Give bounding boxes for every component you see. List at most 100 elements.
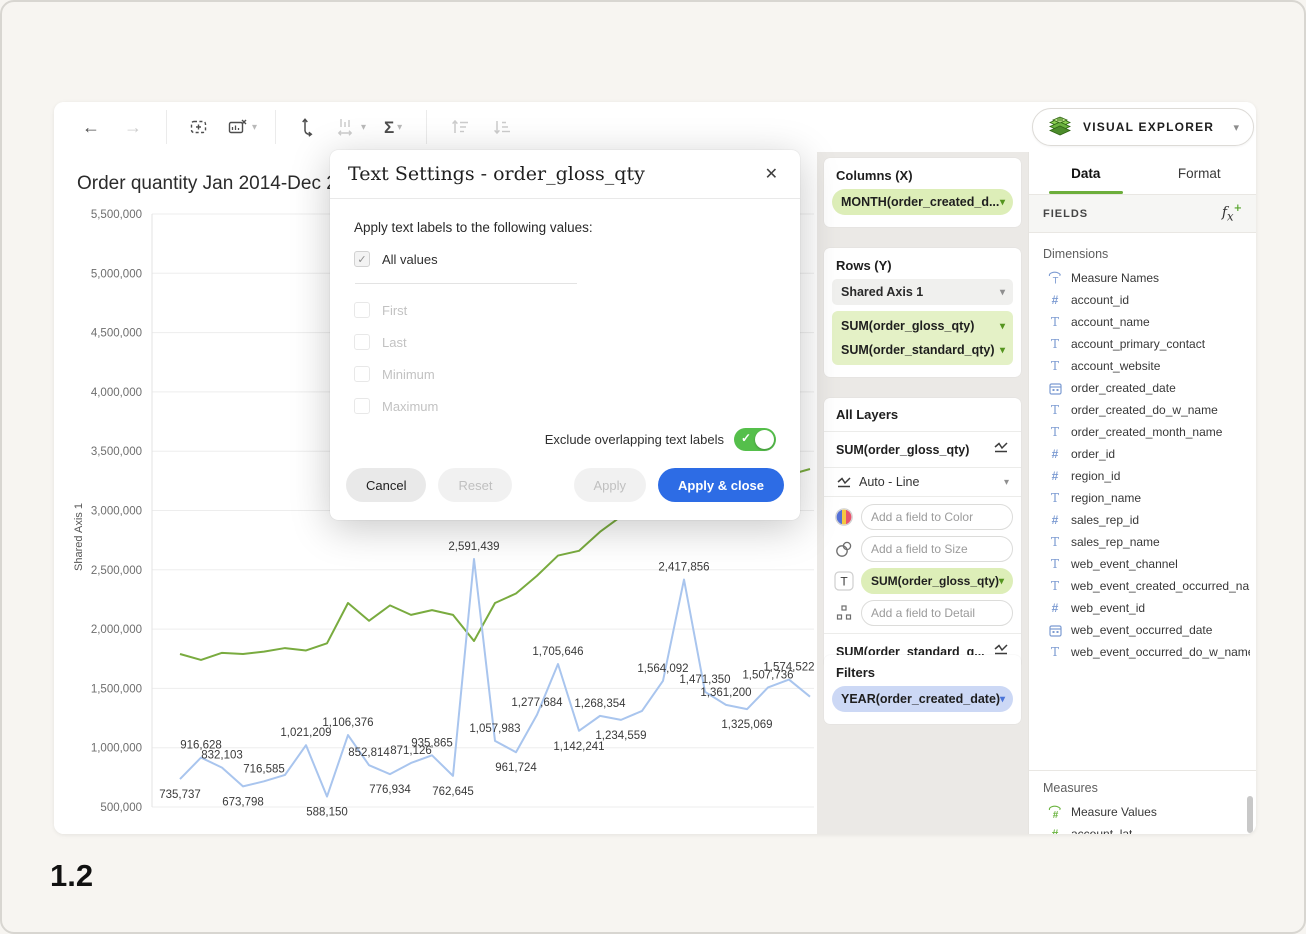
dimension-web-event-channel[interactable]: Tweb_event_channel [1029,553,1256,575]
chevron-down-icon: ▾ [361,122,366,133]
svg-text:1,234,559: 1,234,559 [595,730,646,742]
dimension-measure-names[interactable]: TMeasure Names [1029,267,1256,289]
svg-text:1,268,354: 1,268,354 [574,698,626,710]
encoding-field-filled[interactable]: SUM(order_gloss_qty)▾ [861,568,1013,594]
svg-text:935,865: 935,865 [411,737,453,749]
layer-order-gloss-qty[interactable]: SUM(order_gloss_qty) [824,432,1021,468]
back-icon[interactable]: ← [76,112,106,142]
mark-type-dropdown[interactable]: Auto - Line ▾ [824,468,1021,497]
dimension-order-created-month-name[interactable]: Torder_created_month_name [1029,421,1256,443]
apply-close-button[interactable]: Apply & close [658,468,784,502]
fields-panel: DataFormat FIELDS fx+ Dimensions TMeasur… [1028,152,1256,834]
dimension-sales-rep-name[interactable]: Tsales_rep_name [1029,531,1256,553]
visual-explorer-button[interactable]: VISUAL EXPLORER ▾ [1032,108,1254,146]
dimension-web-event-occurred-do-w-name[interactable]: Tweb_event_occurred_do_w_name [1029,641,1256,663]
dimension-web-event-id[interactable]: #web_event_id [1029,597,1256,619]
dimension-region-name[interactable]: Tregion_name [1029,487,1256,509]
checkbox-label: Minimum [382,367,435,382]
field-label: order_created_do_w_name [1071,403,1218,417]
field-label: web_event_id [1071,601,1145,615]
checkbox-last: Last [354,332,776,352]
encoding-row: Add a field to Color [832,504,1013,530]
checkbox-all-values[interactable]: ✓All values [354,249,776,269]
add-calculated-field-icon[interactable]: fx+ [1222,203,1242,223]
dimension-order-created-date[interactable]: order_created_date [1029,377,1256,399]
dimension-account-name[interactable]: Taccount_name [1029,311,1256,333]
svg-text:1,277,684: 1,277,684 [511,697,563,709]
svg-text:500,000: 500,000 [100,802,142,814]
field-label: web_event_created_occurred_na... [1071,579,1250,593]
checkbox-label: Last [382,335,407,350]
all-layers-panel: All Layers SUM(order_gloss_qty) Auto - L… [824,398,1021,669]
remove-chart-icon[interactable]: ▾ [227,112,257,142]
rows-measure-label: SUM(order_gloss_qty) [841,319,974,333]
dimension-web-event-occurred-date[interactable]: web_event_occurred_date [1029,619,1256,641]
rows-measure-pill[interactable]: SUM(order_standard_qty)▾ [832,338,1013,362]
text-field-icon: T [1047,491,1063,505]
close-icon[interactable]: ✕ [761,160,782,188]
checkbox-label: All values [382,252,438,267]
chevron-down-icon: ▾ [1000,345,1005,356]
dimension-account-website[interactable]: Taccount_website [1029,355,1256,377]
calendar-icon [1047,624,1063,637]
rows-measures-group: SUM(order_gloss_qty)▾SUM(order_standard_… [832,311,1013,365]
fields-scrollbar[interactable] [1247,796,1253,833]
field-label: order_id [1071,447,1115,461]
svg-text:1,705,646: 1,705,646 [532,646,583,658]
chevron-down-icon: ▾ [1004,477,1009,488]
tab-format[interactable]: Format [1143,152,1257,194]
measure-measure-values[interactable]: #Measure Values [1029,801,1256,823]
svg-text:2,000,000: 2,000,000 [91,624,142,636]
text-icon: T [832,569,856,593]
chevron-down-icon: ▾ [999,576,1004,587]
rows-measure-pill[interactable]: SUM(order_gloss_qty)▾ [832,314,1013,338]
tab-data[interactable]: Data [1029,152,1143,194]
number-icon: # [1047,513,1063,527]
svg-text:1,057,983: 1,057,983 [469,723,520,735]
field-label: account_lat [1071,827,1132,834]
duplicate-chart-icon[interactable] [185,112,215,142]
encoding-row: T SUM(order_gloss_qty)▾ [832,568,1013,594]
svg-text:3,000,000: 3,000,000 [91,506,142,518]
line-mark-icon [993,440,1009,459]
svg-text:Shared Axis 1: Shared Axis 1 [73,503,85,571]
measure-account-lat[interactable]: #account_lat [1029,823,1256,834]
field-label: order_created_month_name [1071,425,1222,439]
checkbox-unchecked-icon [354,366,370,382]
swap-axes-icon[interactable] [294,112,324,142]
dimension-order-id[interactable]: #order_id [1029,443,1256,465]
svg-text:T: T [840,575,848,589]
modal-title: Text Settings - order_gloss_qty [348,163,761,185]
number-icon: # [1047,293,1063,307]
modal-header: Text Settings - order_gloss_qty ✕ [330,150,800,199]
dimension-web-event-created-occurred-na-[interactable]: Tweb_event_created_occurred_na... [1029,575,1256,597]
encoding-field-text: Add a field to Color [871,510,973,524]
toolbar-divider [426,110,427,144]
columns-pill-month-order-created-date[interactable]: MONTH(order_created_d...▾ [832,189,1013,215]
exclude-overlapping-labels-toggle[interactable]: ✓ [734,428,776,451]
encoding-field-empty[interactable]: Add a field to Size [861,536,1013,562]
text-field-icon: T [1047,315,1063,329]
chevron-down-icon: ▾ [1000,287,1005,298]
measures-list: #Measure Values#account_lat [1029,801,1256,834]
dimension-account-primary-contact[interactable]: Taccount_primary_contact [1029,333,1256,355]
rows-shared-axis-pill[interactable]: Shared Axis 1▾ [832,279,1013,305]
encoding-field-empty[interactable]: Add a field to Color [861,504,1013,530]
measure-values-icon: # [1047,805,1063,819]
svg-text:1,471,350: 1,471,350 [679,674,730,686]
field-label: web_event_channel [1071,557,1178,571]
dimension-sales-rep-id[interactable]: #sales_rep_id [1029,509,1256,531]
dimension-order-created-do-w-name[interactable]: Torder_created_do_w_name [1029,399,1256,421]
checkbox-list: ✓All valuesFirstLastMinimumMaximum [354,249,776,416]
sigma-icon[interactable]: Σ▾ [378,112,408,142]
dimension-account-id[interactable]: #account_id [1029,289,1256,311]
svg-text:588,150: 588,150 [306,807,348,819]
cancel-button[interactable]: Cancel [346,468,426,502]
page-frame: ←→▾▾Σ▾ VISUAL EXPLORER ▾ 5,500,0005,000,… [0,0,1306,934]
svg-text:852,814: 852,814 [348,747,390,759]
encoding-field-empty[interactable]: Add a field to Detail [861,600,1013,626]
dimension-region-id[interactable]: #region_id [1029,465,1256,487]
number-icon: # [1047,469,1063,483]
svg-text:673,798: 673,798 [222,796,264,808]
filter-pill-year-order-created-date[interactable]: YEAR(order_created_date)▾ [832,686,1013,712]
